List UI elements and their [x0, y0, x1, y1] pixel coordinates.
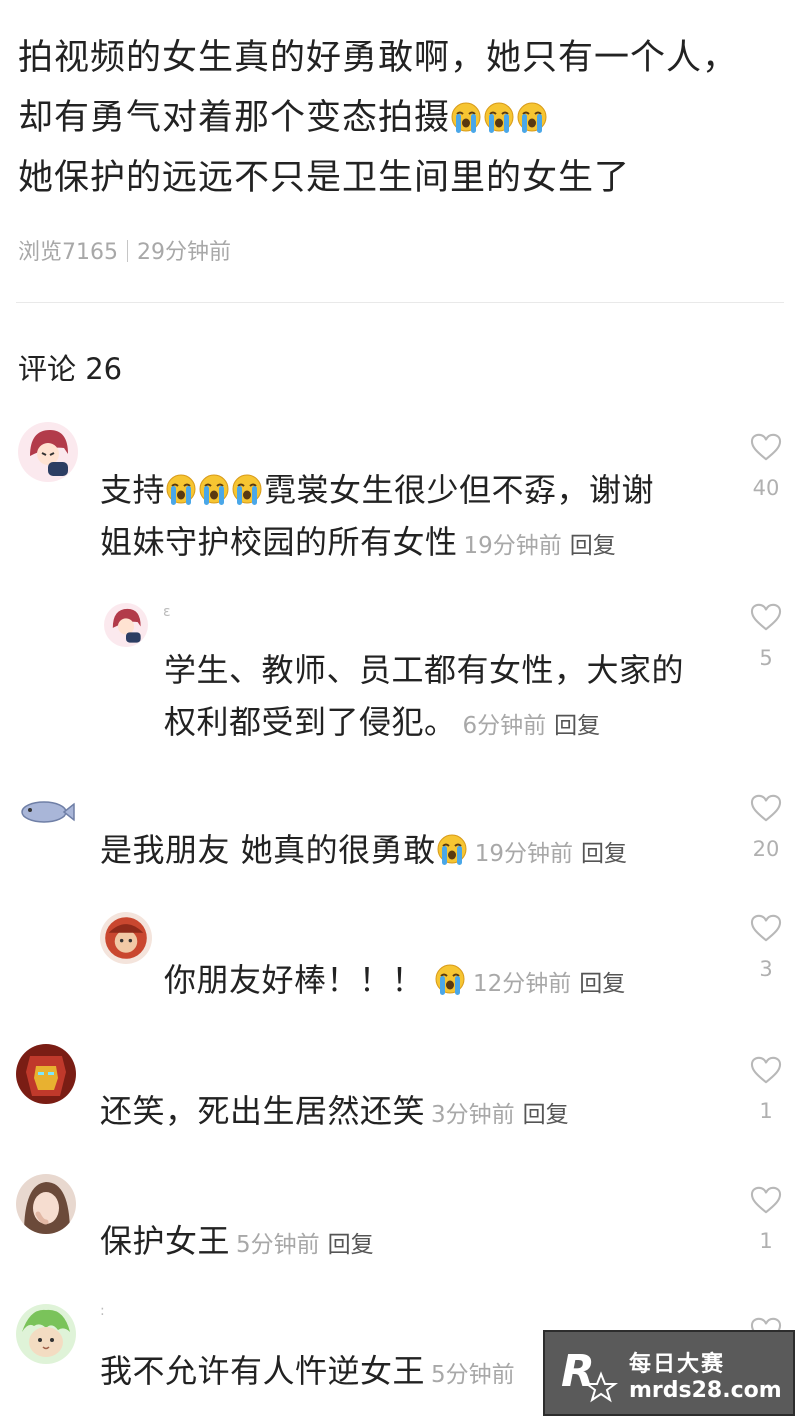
comment-text: 权利都受到了侵犯。 6分钟前 回复 [164, 695, 600, 753]
like-button[interactable]: 1 [748, 1185, 784, 1253]
post-time: 29分钟前 [137, 240, 231, 265]
post-text-line: 她保护的远远不只是卫生间里的女生了 [18, 158, 631, 198]
heart-outline-icon [749, 913, 783, 943]
crying-face-icon [198, 472, 230, 506]
comment-text: 你朋友好棒！！！ 12分钟前 回复 [164, 953, 625, 1011]
like-count: 1 [759, 1099, 773, 1123]
crying-face-icon [483, 100, 515, 134]
post-text-line-2: 却有勇气对着那个变态拍摄 [18, 98, 451, 138]
like-button[interactable]: 3 [748, 913, 784, 981]
comment-author: : [100, 1303, 105, 1319]
reply-button[interactable]: 回复 [328, 1232, 374, 1258]
comment-text: 还笑，死出生居然还笑 3分钟前 回复 [100, 1084, 569, 1142]
comment-text: 支持 霓裳女生很少但不孬，谢谢 [100, 463, 654, 517]
post-text-line: 拍视频的女生真的好勇敢啊，她只有一个人， [18, 38, 739, 78]
heart-outline-icon [749, 602, 783, 632]
like-button[interactable]: 5 [748, 602, 784, 670]
comment-text-part: 霓裳女生很少但不孬，谢谢 [264, 471, 655, 509]
meta-separator [127, 240, 128, 262]
comment-text-part: 权利都受到了侵犯。 [164, 703, 457, 741]
watermark-title: 每日大赛 [629, 1352, 726, 1377]
comment-text: 我不允许有人忤逆女王 5分钟前 [100, 1344, 515, 1402]
like-button[interactable]: 20 [748, 793, 784, 861]
comment-time: 19分钟前 [463, 533, 562, 559]
watermark: R 每日大赛 mrds28.com [543, 1330, 795, 1416]
avatar[interactable] [104, 603, 148, 647]
comments-header: 评论 26 [18, 352, 123, 386]
crying-face-icon [516, 100, 548, 134]
reply-button[interactable]: 回复 [570, 533, 616, 559]
heart-outline-icon [749, 1185, 783, 1215]
comment-text-part: 还笑，死出生居然还笑 [100, 1092, 426, 1130]
like-button[interactable]: 1 [748, 1055, 784, 1123]
crying-face-icon [231, 472, 263, 506]
comment-text-part: 你朋友好棒！！！ [164, 961, 425, 999]
comment-time: 6分钟前 [462, 713, 547, 739]
comment-text: 保护女王 5分钟前 回复 [100, 1214, 374, 1272]
heart-outline-icon [749, 1055, 783, 1085]
comment-text-part: 姐妹守护校园的所有女性 [100, 523, 458, 561]
avatar[interactable] [16, 782, 76, 842]
crying-face-icon [434, 962, 466, 996]
reply-button[interactable]: 回复 [523, 1102, 569, 1128]
comment-text: 是我朋友 她真的很勇敢 19分钟前 回复 [100, 823, 627, 881]
avatar[interactable] [16, 1044, 76, 1104]
comment-time: 5分钟前 [236, 1232, 320, 1258]
watermark-url: mrds28.com [629, 1378, 782, 1403]
comment-text-part: 是我朋友 她真的很勇敢 [100, 831, 436, 869]
avatar[interactable] [16, 1304, 76, 1364]
comment-time: 19分钟前 [474, 841, 573, 867]
watermark-logo-icon: R [561, 1346, 618, 1403]
post-body: 拍视频的女生真的好勇敢啊，她只有一个人， 却有勇气对着那个变态拍摄 她保护的远远… [18, 28, 788, 208]
comment-text-part: 支持 [100, 471, 166, 509]
divider [16, 302, 784, 303]
reply-button[interactable]: 回复 [581, 841, 627, 867]
like-count: 40 [752, 476, 780, 500]
comment-text: 姐妹守护校园的所有女性 19分钟前 回复 [100, 515, 616, 573]
avatar[interactable] [18, 422, 78, 482]
post-text-line: 却有勇气对着那个变态拍摄 [18, 88, 788, 148]
like-count: 1 [759, 1229, 773, 1253]
like-count: 20 [752, 837, 780, 861]
comment-text-part: 保护女王 [100, 1222, 231, 1260]
crying-face-icon [165, 472, 197, 506]
comment-time: 12分钟前 [473, 971, 572, 997]
heart-outline-icon [749, 432, 783, 462]
crying-face-icon [436, 832, 468, 866]
comment-time: 5分钟前 [431, 1362, 515, 1388]
comment-time: 3分钟前 [431, 1102, 515, 1128]
post-meta: 浏览7165 29分钟前 [18, 234, 231, 266]
heart-outline-icon [749, 793, 783, 823]
view-count: 浏览7165 [18, 240, 118, 265]
reply-button[interactable]: 回复 [554, 713, 600, 739]
crying-face-icon [450, 100, 482, 134]
comment-text-part: 我不允许有人忤逆女王 [100, 1352, 426, 1390]
comment-author: ε [163, 604, 171, 620]
avatar[interactable] [16, 1174, 76, 1234]
like-button[interactable]: 40 [748, 432, 784, 500]
like-count: 3 [759, 957, 773, 981]
avatar[interactable] [100, 912, 152, 964]
svg-text:R: R [561, 1346, 595, 1397]
reply-button[interactable]: 回复 [579, 971, 625, 997]
like-count: 5 [759, 646, 773, 670]
comment-text: 学生、教师、员工都有女性，大家的 [164, 651, 685, 689]
